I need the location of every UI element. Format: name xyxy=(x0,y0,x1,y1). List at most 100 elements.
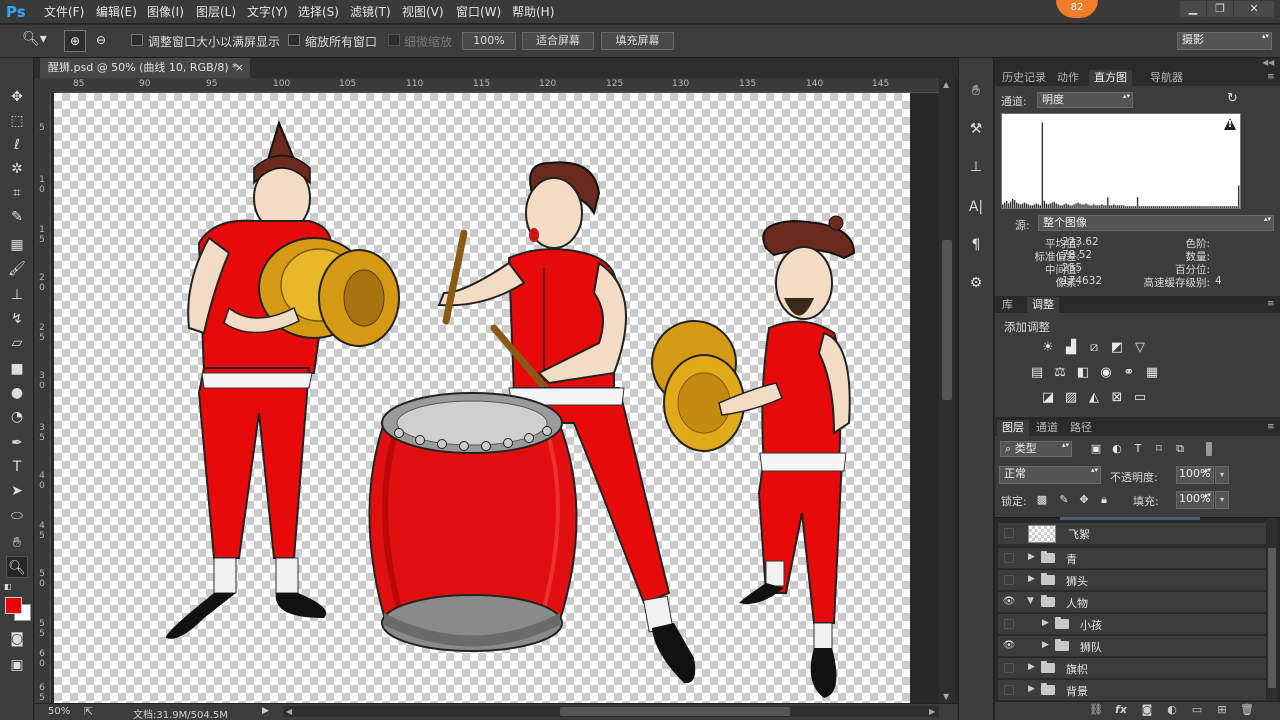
crop-tool-icon[interactable]: ⌗ xyxy=(6,182,28,204)
expand-arrow-icon[interactable]: ▶ xyxy=(1028,684,1035,694)
layer-group-renwu[interactable]: 👁︎ ▼ 人物 xyxy=(998,592,1266,613)
hue-sat-icon[interactable]: ▤ xyxy=(1028,365,1046,381)
vibrance-icon[interactable]: ▽ xyxy=(1131,340,1149,356)
tab-adjustments[interactable]: 调整 xyxy=(1027,297,1059,313)
visibility-toggle[interactable] xyxy=(1004,553,1014,563)
menu-select[interactable]: 选择(S) xyxy=(298,0,339,24)
channel-mixer-icon[interactable]: ⚭ xyxy=(1120,365,1138,381)
menu-window[interactable]: 窗口(W) xyxy=(456,0,501,24)
layer-group-qizhi[interactable]: ▶ 旗帜 xyxy=(998,658,1266,679)
history-brush-tool-icon[interactable]: ↯ xyxy=(6,308,28,330)
fit-screen-button[interactable]: 适合屏幕 xyxy=(522,32,594,50)
panel-menu-icon[interactable]: ≡ xyxy=(1267,299,1275,309)
properties-icon[interactable]: ⚙ xyxy=(965,272,987,294)
adjustment-icon[interactable]: ◐ xyxy=(1165,703,1179,717)
tab-libraries[interactable]: 库 xyxy=(997,297,1018,313)
new-layer-icon[interactable]: ⊞ xyxy=(1215,703,1229,717)
expand-arrow-icon[interactable]: ▶ xyxy=(1028,552,1035,562)
share-icon[interactable]: ⇱ xyxy=(84,705,93,718)
channel-dropdown[interactable]: 明度 xyxy=(1037,92,1133,108)
filter-shape-icon[interactable]: ⌑ xyxy=(1150,441,1168,457)
filter-type-icon[interactable]: T xyxy=(1129,441,1147,457)
layers-scroll-thumb[interactable] xyxy=(1268,548,1276,688)
close-button[interactable]: ✕ xyxy=(1234,1,1274,17)
hand-tool-icon[interactable]: ✋︎ xyxy=(6,532,28,554)
trash-icon[interactable]: 🗑︎ xyxy=(1240,703,1254,717)
filter-pixel-icon[interactable]: ▣ xyxy=(1087,441,1105,457)
menu-filter[interactable]: 滤镜(T) xyxy=(350,0,391,24)
lock-all-icon[interactable]: 🔒︎ xyxy=(1095,492,1113,508)
tab-navigator[interactable]: 导航器 xyxy=(1145,70,1188,86)
minimize-button[interactable]: ▁ xyxy=(1180,1,1206,17)
type-tool-icon[interactable]: T xyxy=(6,456,28,478)
selective-color-icon[interactable]: ⊠ xyxy=(1108,390,1126,406)
lasso-tool-icon[interactable]: ℓ xyxy=(6,134,28,156)
horizontal-scroll-thumb[interactable] xyxy=(560,707,790,716)
fill-screen-button[interactable]: 填充屏幕 xyxy=(601,32,674,50)
menu-edit[interactable]: 编辑(E) xyxy=(96,0,137,24)
filter-toggle-switch[interactable] xyxy=(1206,442,1212,456)
menu-view[interactable]: 视图(V) xyxy=(402,0,444,24)
layer-group-xiaohai[interactable]: ▶ 小孩 xyxy=(998,614,1266,635)
workspace-dropdown[interactable]: 摄影 xyxy=(1177,32,1272,50)
menu-help[interactable]: 帮助(H) xyxy=(512,0,554,24)
notification-badge[interactable]: 82 xyxy=(1056,0,1098,18)
collapse-arrow-icon[interactable]: ▼ xyxy=(1027,596,1034,606)
eye-icon[interactable]: 👁︎ xyxy=(1002,596,1016,608)
layer-group-shidui[interactable]: 👁︎ ▶ 狮队 xyxy=(998,636,1266,657)
photo-filter-icon[interactable]: ◉ xyxy=(1097,365,1115,381)
panel-menu-icon[interactable]: ≡ xyxy=(1267,72,1275,82)
invert-icon[interactable]: ◪ xyxy=(1039,390,1057,406)
layer-filter-dropdown[interactable]: ⌕ 类型 xyxy=(1000,441,1072,457)
eraser-tool-icon[interactable]: ▱ xyxy=(6,332,28,354)
move-tool-icon[interactable]: ✥ xyxy=(6,86,28,108)
refresh-icon[interactable]: ↻ xyxy=(1227,91,1238,106)
tab-paths[interactable]: 路径 xyxy=(1065,420,1097,436)
ellipse-tool-icon[interactable]: ⬭ xyxy=(6,505,28,527)
mask-icon[interactable]: ◙ xyxy=(1140,703,1154,717)
tab-channels[interactable]: 通道 xyxy=(1031,420,1063,436)
scroll-up-icon[interactable]: ▲ xyxy=(943,80,949,89)
quick-select-tool-icon[interactable]: ✲ xyxy=(6,158,28,180)
eyedropper-tool-icon[interactable]: ✎ xyxy=(6,206,28,228)
screen-mode-icon[interactable]: ▣ xyxy=(6,654,28,676)
exposure-icon[interactable]: ◩ xyxy=(1108,340,1126,356)
foreground-color-swatch[interactable] xyxy=(5,597,22,614)
posterize-icon[interactable]: ▨ xyxy=(1062,390,1080,406)
lock-pixels-icon[interactable]: ✎ xyxy=(1055,492,1073,508)
visibility-toggle[interactable] xyxy=(1004,619,1014,629)
tool-presets-icon[interactable]: ⚒ xyxy=(965,118,987,140)
zoom-in-icon[interactable]: ⊕ xyxy=(64,30,86,52)
lock-transparent-icon[interactable]: ▩ xyxy=(1033,492,1051,508)
curves-icon[interactable]: ⧄ xyxy=(1085,340,1103,356)
filter-smart-object-icon[interactable]: ⧉ xyxy=(1171,441,1189,457)
ruler-origin[interactable] xyxy=(34,78,55,93)
visibility-toggle[interactable] xyxy=(1004,528,1014,538)
panel-menu-icon[interactable]: ≡ xyxy=(1267,422,1275,432)
vertical-scroll-thumb[interactable] xyxy=(942,240,952,400)
opacity-input[interactable]: 100% xyxy=(1176,466,1214,484)
expand-arrow-icon[interactable]: ▶ xyxy=(1042,640,1049,650)
tab-layers[interactable]: 图层 xyxy=(997,420,1029,436)
clone-stamp-tool-icon[interactable]: ⊥ xyxy=(6,284,28,306)
fill-chevron-down-icon[interactable]: ▾ xyxy=(1215,491,1229,509)
blend-mode-dropdown[interactable]: 正常 xyxy=(999,466,1101,484)
zoom-out-icon[interactable]: ⊖ xyxy=(90,30,112,52)
scroll-right-icon[interactable]: ▶ xyxy=(929,707,935,716)
zoom-tool-preset-icon[interactable]: 🔍︎▾ xyxy=(22,31,52,51)
layer-group-shitou[interactable]: ▶ 狮头 xyxy=(998,570,1266,591)
fill-input[interactable]: 100% xyxy=(1176,491,1214,509)
marquee-tool-icon[interactable]: ⬚ xyxy=(6,110,28,132)
lock-position-icon[interactable]: ✥ xyxy=(1075,492,1093,508)
menu-image[interactable]: 图像(I) xyxy=(147,0,184,24)
path-select-tool-icon[interactable]: ➤ xyxy=(6,480,28,502)
expand-arrow-icon[interactable]: ▶ xyxy=(1042,618,1049,628)
brightness-icon[interactable]: ☀ xyxy=(1039,340,1057,356)
document-tab[interactable]: 醒狮.psd @ 50% (曲线 10, RGB/8) * × xyxy=(40,58,250,78)
tab-actions[interactable]: 动作 xyxy=(1052,70,1084,86)
resize-windows-checkbox[interactable] xyxy=(131,34,143,46)
menu-file[interactable]: 文件(F) xyxy=(44,0,84,24)
quick-mask-icon[interactable]: ◙ xyxy=(6,628,28,650)
paragraph-icon[interactable]: ¶ xyxy=(965,234,987,256)
zoom-100-button[interactable]: 100% xyxy=(462,32,516,50)
